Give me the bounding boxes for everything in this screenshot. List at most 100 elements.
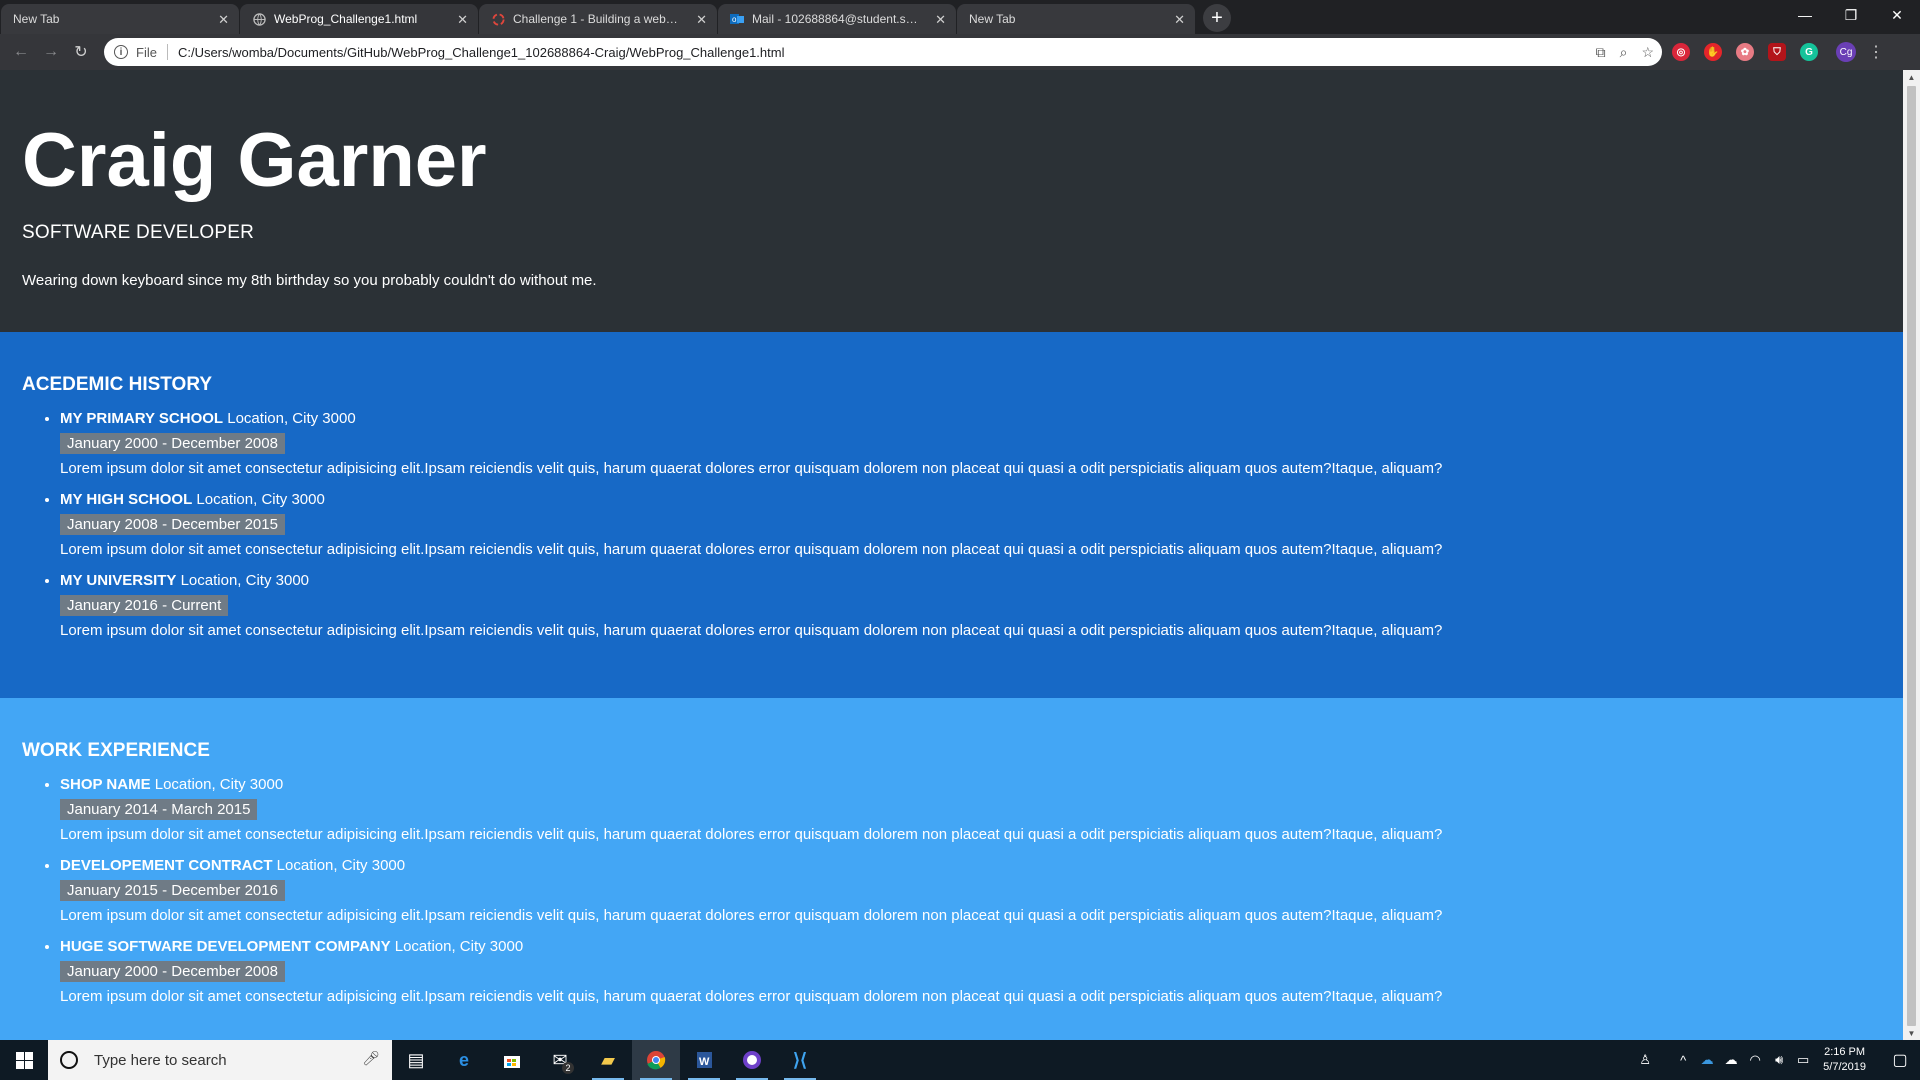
outlook-icon: o <box>730 12 744 26</box>
school-name: MY HIGH SCHOOL <box>60 491 193 508</box>
loading-icon <box>491 12 505 26</box>
entry-location: Location, City 3000 <box>176 572 310 589</box>
onedrive-icon[interactable]: ☁ <box>1695 1052 1719 1068</box>
back-icon[interactable]: ← <box>6 37 36 67</box>
section-title: WORK EXPERIENCE <box>22 740 210 761</box>
scroll-down-arrow-icon[interactable]: ▼ <box>1903 1026 1920 1040</box>
extension-red-swirl-icon[interactable]: ◎ <box>1672 43 1690 61</box>
edge-icon[interactable]: e <box>440 1040 488 1080</box>
url-text[interactable]: C:/Users/womba/Documents/GitHub/WebProg_… <box>178 45 785 60</box>
forward-icon[interactable]: → <box>36 37 66 67</box>
adblock-icon[interactable]: ✋ <box>1704 43 1722 61</box>
entry-description: Lorem ipsum dolor sit amet consectetur a… <box>60 907 1443 924</box>
entry-location: Location, City 3000 <box>223 410 356 427</box>
entry-location: Location, City 3000 <box>192 491 325 508</box>
translate-icon[interactable]: ⧉ <box>1596 44 1606 61</box>
close-tab-icon[interactable]: ✕ <box>696 12 707 28</box>
list-item: MY HIGH SCHOOL Location, City 3000 Janua… <box>60 491 1903 558</box>
tab-webprog-challenge[interactable]: WebProg_Challenge1.html ✕ <box>240 4 478 34</box>
reload-icon[interactable]: ↻ <box>66 37 96 67</box>
close-window-icon[interactable]: ✕ <box>1874 0 1920 30</box>
minimize-icon[interactable]: — <box>1782 0 1828 30</box>
wifi-icon[interactable]: ◠ <box>1743 1052 1767 1068</box>
scrollbar-thumb[interactable] <box>1907 86 1916 1026</box>
svg-text:o: o <box>732 15 737 24</box>
menu-kebab-icon[interactable]: ⋮ <box>1868 42 1884 62</box>
store-icon[interactable] <box>488 1040 536 1080</box>
entry-description: Lorem ipsum dolor sit amet consectetur a… <box>60 541 1443 558</box>
show-hidden-icons-chevron-icon[interactable]: ^ <box>1671 1053 1695 1068</box>
people-icon[interactable]: ♙ <box>1633 1052 1657 1068</box>
mail-icon[interactable]: ✉ 2 <box>536 1040 584 1080</box>
clock[interactable]: 2:16 PM 5/7/2019 <box>1823 1045 1866 1075</box>
tab-challenge-building-website[interactable]: Challenge 1 - Building a website ✕ <box>479 4 717 34</box>
date-range-badge: January 2008 - December 2015 <box>60 514 285 535</box>
entry-location: Location, City 3000 <box>390 938 524 955</box>
file-explorer-icon[interactable]: ▰ <box>584 1040 632 1080</box>
list-item: MY UNIVERSITY Location, City 3000 Januar… <box>60 572 1903 639</box>
employer-name: HUGE SOFTWARE DEVELOPMENT COMPANY <box>60 938 391 955</box>
tagline: Wearing down keyboard since my 8th birth… <box>22 272 597 290</box>
file-chip: File <box>136 44 157 60</box>
tab-new-tab-2[interactable]: New Tab ✕ <box>957 4 1195 34</box>
vertical-scrollbar[interactable]: ▲ ▼ <box>1903 70 1920 1040</box>
battery-icon[interactable]: ▭ <box>1791 1052 1815 1068</box>
school-name: MY PRIMARY SCHOOL <box>60 410 224 427</box>
work-list: SHOP NAME Location, City 3000 January 20… <box>22 776 1903 1005</box>
task-view-icon[interactable]: ▤ <box>392 1040 440 1080</box>
resume-header: Craig Garner SOFTWARE DEVELOPER Wearing … <box>0 70 1903 332</box>
close-tab-icon[interactable]: ✕ <box>218 12 229 28</box>
browser-tab-strip: New Tab ✕ WebProg_Challenge1.html ✕ Chal… <box>0 0 1920 34</box>
entry-description: Lorem ipsum dolor sit amet consectetur a… <box>60 826 1443 843</box>
date-range-badge: January 2015 - December 2016 <box>60 880 285 901</box>
windows-logo-icon <box>15 1051 33 1069</box>
entry-description: Lorem ipsum dolor sit amet consectetur a… <box>60 460 1443 477</box>
new-tab-button[interactable]: + <box>1203 4 1231 32</box>
profile-avatar[interactable]: Cg <box>1836 42 1856 62</box>
clock-date: 5/7/2019 <box>1823 1061 1866 1073</box>
restore-icon[interactable]: ❐ <box>1828 0 1874 30</box>
window-controls: — ❐ ✕ <box>1782 0 1920 30</box>
shield-icon[interactable]: ⛉ <box>1768 43 1786 61</box>
cortana-icon <box>60 1051 78 1069</box>
word-icon[interactable]: W <box>680 1040 728 1080</box>
grammarly-icon[interactable]: G <box>1800 43 1818 61</box>
info-icon[interactable]: i <box>114 45 128 59</box>
academic-list: MY PRIMARY SCHOOL Location, City 3000 Ja… <box>22 410 1903 639</box>
academic-history-section: ACEDEMIC HISTORY MY PRIMARY SCHOOL Locat… <box>0 332 1903 698</box>
close-tab-icon[interactable]: ✕ <box>935 12 946 28</box>
date-range-badge: January 2000 - December 2008 <box>60 433 285 454</box>
tab-title: Challenge 1 - Building a website <box>513 12 683 26</box>
work-experience-section: WORK EXPERIENCE SHOP NAME Location, City… <box>0 698 1903 1040</box>
zoom-icon[interactable]: ⌕ <box>1620 44 1628 61</box>
cloud-sync-icon[interactable]: ☁ <box>1719 1052 1743 1068</box>
tab-mail[interactable]: o Mail - 102688864@student.swin ✕ <box>718 4 956 34</box>
tab-title: Mail - 102688864@student.swin <box>752 12 922 26</box>
extension-red-circle-icon[interactable]: ✿ <box>1736 43 1754 61</box>
svg-text:W: W <box>699 1056 710 1068</box>
person-name: Craig Garner <box>22 118 487 203</box>
action-center-icon[interactable]: ▢ <box>1880 1050 1920 1070</box>
microphone-icon[interactable]: 🎤︎ <box>362 1050 380 1067</box>
taskbar-search[interactable]: Type here to search 🎤︎ <box>48 1040 392 1080</box>
chrome-icon[interactable] <box>632 1040 680 1080</box>
address-bar[interactable]: i File C:/Users/womba/Documents/GitHub/W… <box>104 38 1662 66</box>
volume-icon[interactable]: 🔊︎ <box>1767 1052 1791 1068</box>
scroll-up-arrow-icon[interactable]: ▲ <box>1903 70 1920 84</box>
entry-description: Lorem ipsum dolor sit amet consectetur a… <box>60 988 1443 1005</box>
vscode-icon[interactable]: ⟩⟨ <box>776 1040 824 1080</box>
entry-location: Location, City 3000 <box>150 776 284 793</box>
globe-icon <box>252 12 266 26</box>
date-range-badge: January 2000 - December 2008 <box>60 961 285 982</box>
tab-title: New Tab <box>13 12 60 26</box>
divider <box>166 44 168 60</box>
date-range-badge: January 2014 - March 2015 <box>60 799 258 820</box>
employer-name: SHOP NAME <box>60 776 151 793</box>
close-tab-icon[interactable]: ✕ <box>1174 12 1185 28</box>
start-button[interactable] <box>0 1040 48 1080</box>
tab-new-tab-1[interactable]: New Tab ✕ <box>1 4 239 34</box>
entry-location: Location, City 3000 <box>272 857 406 874</box>
close-tab-icon[interactable]: ✕ <box>457 12 468 28</box>
bookmark-star-icon[interactable]: ☆ <box>1641 44 1654 61</box>
github-desktop-icon[interactable] <box>728 1040 776 1080</box>
